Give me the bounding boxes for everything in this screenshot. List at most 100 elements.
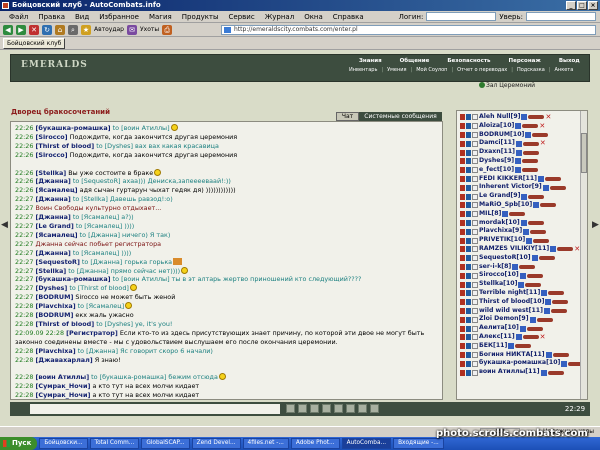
player-name[interactable]: e_fect[10] <box>479 166 514 175</box>
info-icon[interactable] <box>526 237 533 244</box>
info-icon[interactable] <box>519 325 526 332</box>
player-name[interactable]: Stellka[10] <box>479 280 517 289</box>
forward-icon[interactable]: ▶ <box>16 24 26 35</box>
info-icon[interactable] <box>523 228 530 235</box>
player-name[interactable]: букашка-ромашка[10] <box>479 359 560 368</box>
info-icon[interactable] <box>515 334 522 341</box>
player-row[interactable]: букашка-ромашка[10] <box>460 359 587 368</box>
private-icon[interactable] <box>472 316 478 323</box>
info-icon[interactable] <box>545 351 552 358</box>
chat-nick[interactable]: [Ясамалец] <box>35 186 77 194</box>
player-row[interactable]: Алекс[11] ✕ <box>460 333 587 342</box>
info-icon[interactable] <box>512 263 519 270</box>
menu-edit[interactable]: Правка <box>33 13 70 21</box>
player-name[interactable]: Le Grand[9] <box>479 192 520 201</box>
player-row[interactable]: Sirocco[10] <box>460 271 587 280</box>
menu-favorites[interactable]: Избранное <box>94 13 144 21</box>
tab-fight-club[interactable]: Бойцовский клуб <box>3 38 66 49</box>
chat-nick[interactable]: [букашка-ромашка] <box>35 124 110 132</box>
chat-nick[interactable]: [Джанна] <box>35 177 70 185</box>
player-row[interactable]: Zloi Demon[9] <box>460 315 587 324</box>
private-icon[interactable] <box>472 211 478 218</box>
taskbar-item[interactable]: GlobalSCAP... <box>141 438 190 449</box>
private-icon[interactable] <box>472 228 478 235</box>
chat-nick[interactable]: [Thirst of blood] <box>35 142 94 150</box>
menu-help[interactable]: Справка <box>328 13 369 21</box>
home-icon[interactable]: ⌂ <box>55 24 65 35</box>
private-icon[interactable] <box>472 255 478 262</box>
player-row[interactable]: FEDI KIKKER[11] <box>460 175 587 184</box>
menu-products[interactable]: Продукты <box>177 13 224 21</box>
chat-nick[interactable]: [Le Grand] <box>35 222 73 230</box>
private-icon[interactable] <box>472 184 478 191</box>
info-icon[interactable] <box>561 360 568 367</box>
chat-nick[interactable]: [Джанна] <box>35 213 70 221</box>
info-icon[interactable] <box>508 343 515 350</box>
private-icon[interactable] <box>472 290 478 297</box>
attack-icon[interactable]: ✕ <box>539 122 545 131</box>
back-icon[interactable]: ◀ <box>3 24 13 35</box>
info-icon[interactable] <box>515 140 522 147</box>
info-icon[interactable] <box>515 123 522 130</box>
info-icon[interactable] <box>521 193 528 200</box>
player-name[interactable]: FEDI KIKKER[11] <box>479 175 537 184</box>
player-name[interactable]: Terrible night[11] <box>479 289 540 298</box>
info-icon[interactable] <box>542 184 549 191</box>
player-row[interactable]: Aloiza[10] ✕ <box>460 122 587 131</box>
player-row[interactable]: ser-i-k[8] <box>460 263 587 272</box>
private-icon[interactable] <box>472 246 478 253</box>
player-name[interactable]: воин Атиллы[11] <box>479 368 540 377</box>
chat-nick[interactable]: [SequestoR] <box>35 258 79 266</box>
private-icon[interactable] <box>472 263 478 270</box>
chat-nick[interactable]: [букашка-ромашка] <box>35 275 110 283</box>
player-name[interactable]: MIL[8] <box>479 210 501 219</box>
private-icon[interactable] <box>472 123 478 130</box>
player-name[interactable]: Aloiza[10] <box>479 122 514 131</box>
player-name[interactable]: SequestoR[10] <box>479 254 531 263</box>
chat-nick[interactable]: [Sirocco] <box>35 151 67 159</box>
chat-nick[interactable]: [Регистратор] <box>66 329 118 337</box>
translit-icon[interactable] <box>334 404 343 413</box>
chat-nick[interactable]: [воин Атиллы] <box>35 373 89 381</box>
private-icon[interactable] <box>472 325 478 332</box>
chat-nick[interactable]: [BODRUM] <box>35 311 73 319</box>
chat-input[interactable] <box>30 404 280 414</box>
private-icon[interactable] <box>472 167 478 174</box>
player-row[interactable]: MaRiO_Spb[10] <box>460 201 587 210</box>
mail-icon[interactable]: ✉ <box>127 24 137 35</box>
player-row[interactable]: Stellka[10] <box>460 280 587 289</box>
sound-icon[interactable] <box>358 404 367 413</box>
menu-service[interactable]: Сервис <box>224 13 260 21</box>
taskbar-item[interactable]: AutoComba... <box>341 438 392 449</box>
send-icon[interactable] <box>286 404 295 413</box>
refresh-icon[interactable]: ↻ <box>42 24 52 35</box>
player-row[interactable]: PRIVETIK[10] <box>460 236 587 245</box>
menu-knowledge[interactable]: Знания <box>359 58 382 64</box>
menu-file[interactable]: Файл <box>4 13 33 21</box>
info-icon[interactable] <box>518 281 525 288</box>
info-icon[interactable] <box>502 211 509 218</box>
player-row[interactable]: Inherent Victor[9] <box>460 183 587 192</box>
chat-nick[interactable]: [Джанна] <box>35 195 70 203</box>
player-name[interactable]: Damci[11] <box>479 139 515 148</box>
level-input[interactable] <box>525 12 596 21</box>
menu-skills[interactable]: Умения <box>387 67 406 73</box>
maximize-button[interactable]: □ <box>577 1 587 10</box>
taskbar-item[interactable]: Бойцовски... <box>39 438 88 449</box>
left-arrow-icon[interactable]: ◀ <box>1 220 8 230</box>
stop-icon[interactable]: ✕ <box>29 24 39 35</box>
right-arrow-icon[interactable]: ▶ <box>592 220 599 230</box>
player-row[interactable]: Plavchixa[9] <box>460 227 587 236</box>
player-row[interactable]: воин Атиллы[11] <box>460 368 587 377</box>
attack-icon[interactable]: ✕ <box>540 139 546 148</box>
private-icon[interactable] <box>472 149 478 156</box>
private-icon[interactable] <box>472 299 478 306</box>
player-name[interactable]: Богиня НИКТА[11] <box>479 351 545 360</box>
private-icon[interactable] <box>472 237 478 244</box>
search-icon[interactable]: ⌕ <box>68 24 78 35</box>
taskbar-item[interactable]: 4files.net -... <box>242 438 289 449</box>
player-name[interactable]: PRIVETIK[10] <box>479 236 525 245</box>
chat-nick[interactable]: [Сумрак_Ночи] <box>35 391 90 399</box>
private-icon[interactable] <box>472 131 478 138</box>
player-row[interactable]: BODRUM[10] <box>460 131 587 140</box>
